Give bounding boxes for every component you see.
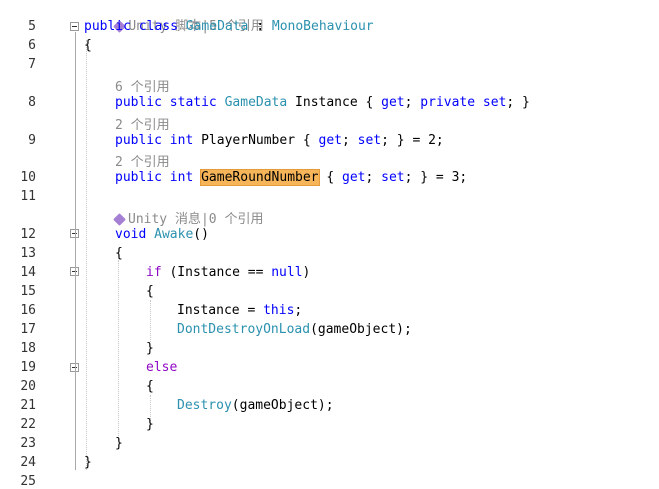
- type-name: GameData: [224, 95, 288, 110]
- unity-icon: [113, 213, 126, 226]
- code-line-19: else: [146, 360, 177, 375]
- punctuation: (): [193, 227, 209, 242]
- fold-toggle-class[interactable]: [70, 22, 79, 31]
- base-class-name: MonoBehaviour: [271, 19, 374, 34]
- brace: }: [84, 455, 92, 470]
- keyword: else: [146, 360, 178, 375]
- brace: }: [146, 341, 154, 356]
- class-name: GameData: [185, 19, 249, 34]
- code-line-22: }: [146, 417, 154, 432]
- keyword: this: [263, 303, 295, 318]
- code-line-23: }: [115, 436, 123, 451]
- line-number: 10: [20, 170, 36, 185]
- brace: {: [84, 38, 92, 53]
- expression: (gameObject);: [231, 398, 334, 413]
- code-line-15: {: [146, 284, 154, 299]
- line-number: 12: [20, 227, 36, 242]
- code-line-9: public int PlayerNumber { get; set; } = …: [115, 133, 444, 148]
- line-number: 22: [20, 417, 36, 432]
- line-number: 6: [28, 38, 36, 53]
- keyword: public: [84, 19, 131, 34]
- expression: Instance =: [177, 303, 264, 318]
- method-name: Destroy: [177, 398, 232, 413]
- code-line-16: Instance = this;: [177, 303, 302, 318]
- indent-guide: [150, 300, 151, 342]
- code-line-5: public class GameData : MonoBehaviour: [84, 19, 374, 34]
- codelens-gameroundnumber-references[interactable]: 2 个引用: [115, 151, 170, 170]
- line-number: 13: [20, 246, 36, 261]
- line-number: 24: [20, 455, 36, 470]
- property-name: PlayerNumber: [201, 133, 296, 148]
- keyword: set: [482, 95, 507, 110]
- code-line-21: Destroy(gameObject);: [177, 398, 334, 413]
- keyword: class: [138, 19, 178, 34]
- line-number: 17: [20, 322, 36, 337]
- codelens-text: 2 个引用: [115, 155, 170, 170]
- code-line-14: if (Instance == null): [146, 265, 310, 280]
- line-number: 20: [20, 379, 36, 394]
- indent-guide: [118, 260, 119, 440]
- brace: }: [146, 417, 154, 432]
- highlighted-property-name[interactable]: GameRoundNumber: [200, 169, 320, 186]
- fold-region-class: [75, 32, 76, 470]
- brace: {: [115, 246, 123, 261]
- codelens-text: Unity 消息|0 个引用: [128, 212, 264, 227]
- code-line-13: {: [115, 246, 123, 261]
- line-number: 8: [28, 95, 36, 110]
- codelens-playernumber-references[interactable]: 2 个引用: [115, 114, 170, 133]
- expression: (gameObject);: [310, 322, 412, 337]
- method-name: DontDestroyOnLoad: [177, 322, 311, 337]
- keyword: get: [381, 95, 405, 110]
- line-number: 21: [20, 398, 36, 413]
- method-name: Awake: [154, 227, 194, 242]
- code-line-20: {: [146, 379, 154, 394]
- line-number: 5: [28, 19, 36, 34]
- keyword: public: [115, 170, 162, 185]
- line-number: 11: [20, 189, 36, 204]
- codelens-text: 6 个引用: [115, 80, 170, 95]
- code-line-24: }: [84, 455, 92, 470]
- code-line-18: }: [146, 341, 154, 356]
- line-number: 7: [28, 57, 36, 72]
- line-number: 9: [28, 133, 36, 148]
- brace: {: [146, 284, 154, 299]
- keyword: int: [169, 133, 194, 148]
- brace: {: [146, 379, 154, 394]
- line-number: 25: [20, 474, 36, 489]
- punctuation: ): [302, 265, 311, 280]
- keyword: if: [146, 265, 162, 280]
- keyword: public: [115, 95, 162, 110]
- line-number: 14: [20, 265, 36, 280]
- line-number: 18: [20, 341, 36, 356]
- code-line-6: {: [84, 38, 92, 53]
- keyword: int: [169, 170, 194, 185]
- code-line-10: public int GameRoundNumber { get; set; }…: [115, 169, 468, 186]
- codelens-instance-references[interactable]: 6 个引用: [115, 76, 170, 95]
- brace: }: [115, 436, 123, 451]
- expression: (Instance ==: [161, 265, 272, 280]
- codelens-awake-references[interactable]: Unity 消息|0 个引用: [113, 208, 264, 227]
- line-number: 15: [20, 284, 36, 299]
- keyword: static: [169, 95, 217, 110]
- punctuation: :: [248, 19, 272, 34]
- indent-guide: [86, 40, 87, 470]
- punctuation: ;: [294, 303, 303, 318]
- code-editor[interactable]: 5 6 7 8 9 10 11 12 13 14 15 16 17 18 19 …: [0, 0, 659, 489]
- code-line-17: DontDestroyOnLoad(gameObject);: [177, 322, 412, 337]
- line-number: 16: [20, 303, 36, 318]
- keyword: public: [115, 133, 162, 148]
- line-number: 23: [20, 436, 36, 451]
- keyword: null: [271, 265, 303, 280]
- line-number: 19: [20, 360, 36, 375]
- code-line-12: void Awake(): [115, 227, 209, 242]
- code-line-8: public static GameData Instance { get; p…: [115, 95, 530, 110]
- codelens-text: 2 个引用: [115, 118, 170, 133]
- property-name: Instance: [295, 95, 358, 110]
- keyword: void: [115, 227, 147, 242]
